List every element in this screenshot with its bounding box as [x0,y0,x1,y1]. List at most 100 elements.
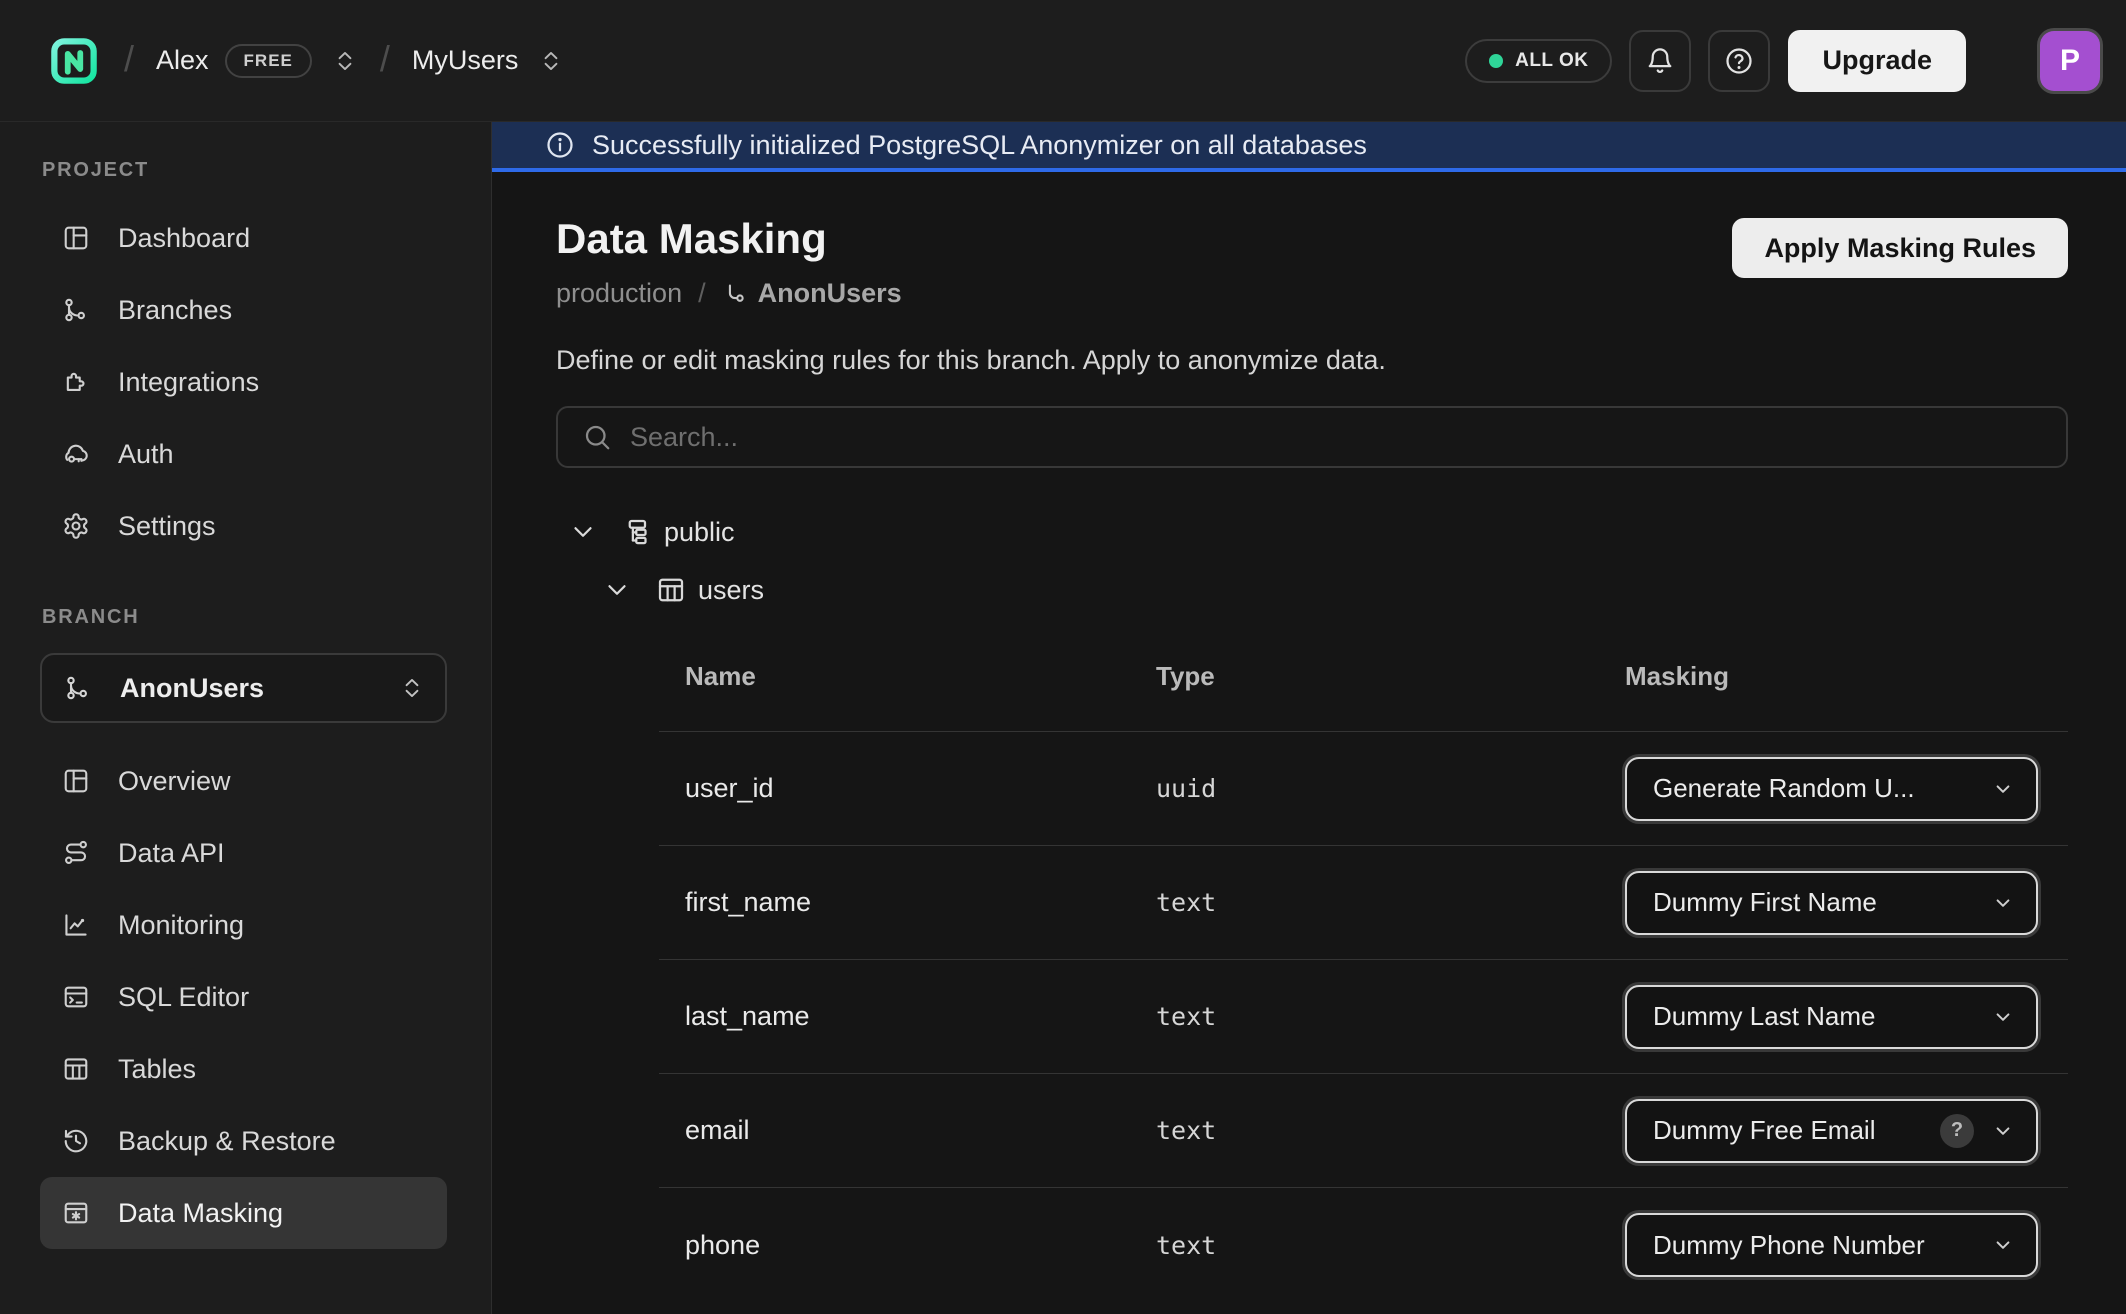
table-row-email: email text Dummy Free Email ? [659,1074,2068,1188]
info-icon [545,130,575,160]
chevron-updown-icon [399,675,425,701]
sidebar-item-label: Tables [118,1054,196,1085]
apply-masking-rules-button[interactable]: Apply Masking Rules [1732,218,2068,278]
sidebar-item-label: Overview [118,766,231,797]
sidebar-item-label: Settings [118,511,216,542]
branch-icon [64,674,92,702]
column-header-masking: Masking [1625,661,2068,692]
chevron-updown-icon [332,48,358,74]
table-header-row: Name Type Masking [659,622,2068,732]
system-status-pill[interactable]: ALL OK [1465,39,1612,83]
table-row-user-id: user_id uuid Generate Random U... [659,732,2068,846]
page-title: Data Masking [556,216,902,262]
tree-node-table-users[interactable]: users [556,566,2068,614]
sidebar-item-overview[interactable]: Overview [40,745,447,817]
schema-tree: public users [556,508,2068,614]
data-api-route-icon [62,839,90,867]
sidebar-item-dashboard[interactable]: Dashboard [40,202,447,274]
sidebar-item-branches[interactable]: Branches [40,274,447,346]
header-separator: / [380,38,390,80]
sidebar-item-backup-restore[interactable]: Backup & Restore [40,1105,447,1177]
sidebar-item-auth[interactable]: Auth [40,418,447,490]
auth-cloud-key-icon [62,440,90,468]
overview-icon [62,767,90,795]
branch-selector[interactable]: AnonUsers [40,653,447,723]
org-name: Alex [156,45,209,76]
org-switcher[interactable]: Alex FREE [156,44,358,78]
schema-name: public [664,517,735,548]
sidebar-item-settings[interactable]: Settings [40,490,447,562]
column-header-name: Name [685,661,1156,692]
page-description: Define or edit masking rules for this br… [556,345,2068,376]
chevron-down-icon [1990,776,2016,802]
neon-logo[interactable] [46,33,102,89]
sidebar-item-label: Monitoring [118,910,244,941]
sidebar-item-sql-editor[interactable]: SQL Editor [40,961,447,1033]
sidebar-item-label: Backup & Restore [118,1126,336,1157]
top-header: / Alex FREE / MyUsers ALL OK [0,0,2126,122]
table-name: users [698,575,764,606]
sidebar-item-label: Auth [118,439,174,470]
column-name: first_name [685,887,1156,918]
sidebar-item-label: Data API [118,838,225,869]
search-box [556,406,2068,468]
main-panel: Successfully initialized PostgreSQL Anon… [492,122,2126,1314]
sidebar-item-label: Branches [118,295,232,326]
sidebar-item-label: Integrations [118,367,259,398]
sidebar-item-integrations[interactable]: Integrations [40,346,447,418]
sidebar-item-data-masking[interactable]: Data Masking [40,1177,447,1249]
status-label: ALL OK [1515,50,1588,72]
data-masking-icon [62,1199,90,1227]
search-input[interactable] [630,422,2042,453]
history-clock-icon [62,1127,90,1155]
masking-rule-select[interactable]: Generate Random U... [1625,757,2038,821]
sql-editor-terminal-icon [62,983,90,1011]
avatar[interactable]: P [2040,31,2100,91]
column-type: text [1156,1231,1625,1260]
neon-logo-icon [49,36,99,86]
column-header-type: Type [1156,661,1625,692]
help-button[interactable] [1708,30,1770,92]
breadcrumb-parent-branch[interactable]: production [556,278,682,309]
header-separator: / [124,38,134,80]
breadcrumb: production / AnonUsers [556,278,902,309]
table-row-last-name: last_name text Dummy Last Name [659,960,2068,1074]
column-name: phone [685,1230,1156,1261]
sidebar-item-tables[interactable]: Tables [40,1033,447,1105]
dashboard-icon [62,224,90,252]
project-switcher[interactable]: MyUsers [412,45,565,76]
masking-rule-select[interactable]: Dummy Phone Number [1625,1213,2038,1277]
schema-icon [622,517,652,547]
sidebar-item-data-api[interactable]: Data API [40,817,447,889]
masking-rule-select[interactable]: Dummy First Name [1625,871,2038,935]
search-icon [582,422,612,452]
table-icon [656,575,686,605]
help-badge[interactable]: ? [1940,1114,1974,1148]
upgrade-button[interactable]: Upgrade [1788,30,1966,92]
sidebar-item-monitoring[interactable]: Monitoring [40,889,447,961]
neon-console: / Alex FREE / MyUsers ALL OK [0,0,2126,1314]
columns-table: Name Type Masking user_id uuid Generate … [659,622,2068,1302]
column-type: text [1156,1002,1625,1031]
branch-selector-value: AnonUsers [120,673,395,704]
breadcrumb-separator: / [698,278,706,309]
column-name: user_id [685,773,1156,804]
sidebar: PROJECT Dashboard Branches Integrations … [0,122,492,1314]
status-ok-dot [1489,54,1503,68]
tables-icon [62,1055,90,1083]
column-name: last_name [685,1001,1156,1032]
help-icon [1724,46,1754,76]
column-type: text [1156,1116,1625,1145]
column-type: text [1156,888,1625,917]
chevron-down-icon [568,517,598,547]
chevron-down-icon [1990,1004,2016,1030]
notifications-button[interactable] [1629,30,1691,92]
branch-section-label: BRANCH [42,607,491,627]
plan-badge: FREE [225,44,312,78]
gear-icon [62,512,90,540]
chevron-down-icon [1990,890,2016,916]
breadcrumb-current-branch[interactable]: AnonUsers [758,278,902,309]
masking-rule-select[interactable]: Dummy Free Email ? [1625,1099,2038,1163]
tree-node-schema-public[interactable]: public [556,508,2068,556]
masking-rule-select[interactable]: Dummy Last Name [1625,985,2038,1049]
